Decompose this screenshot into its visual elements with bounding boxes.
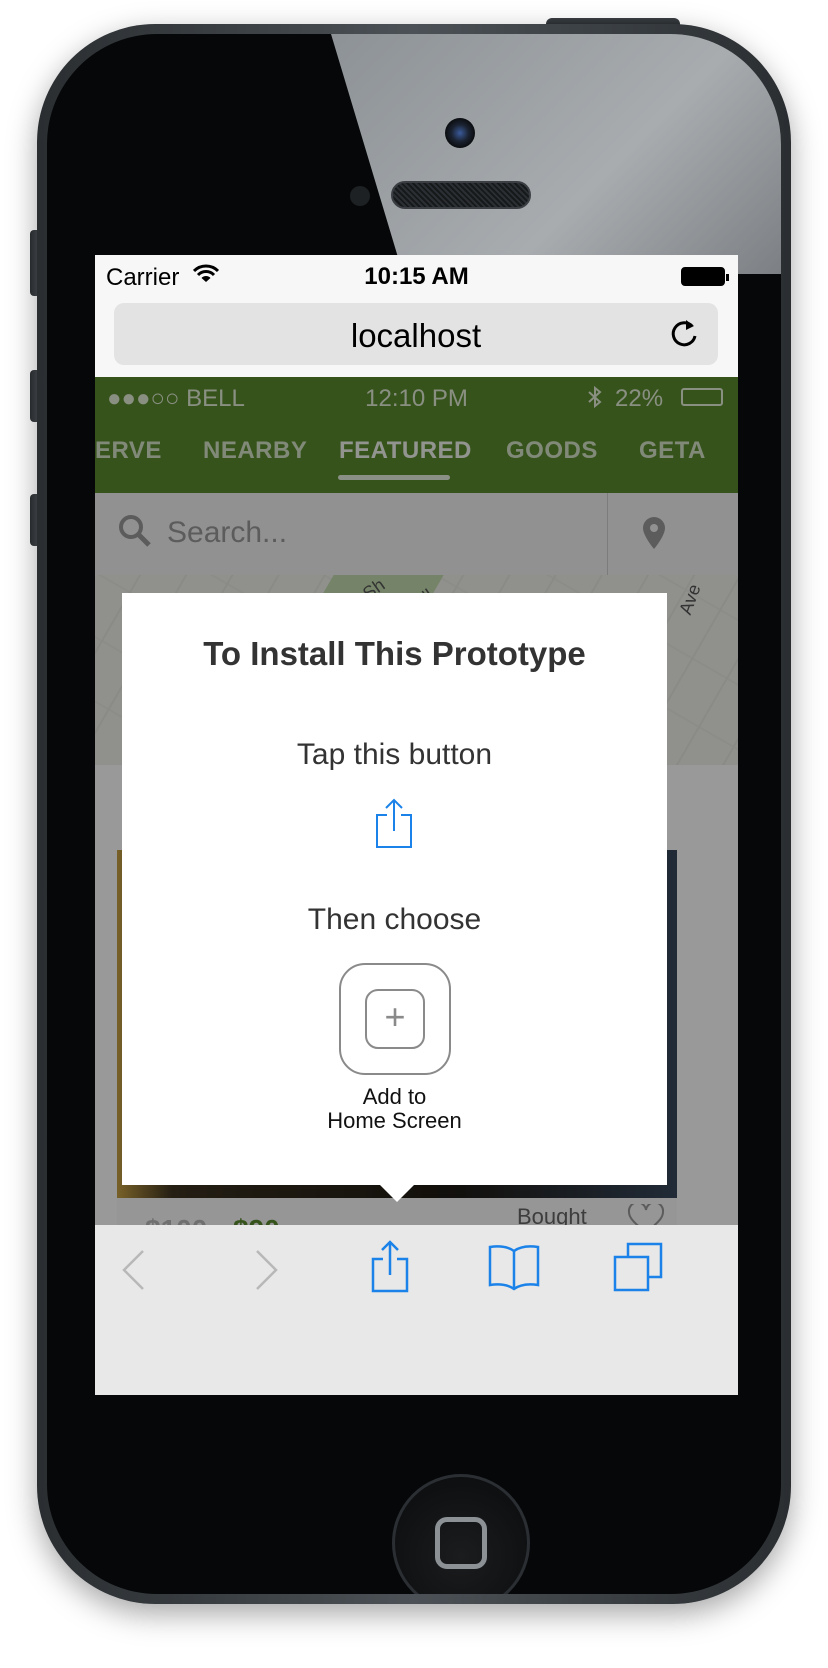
share-icon	[374, 797, 414, 854]
url-text: localhost	[350, 317, 482, 354]
status-time: 10:15 AM	[364, 263, 469, 290]
address-bar[interactable]: localhost	[114, 303, 718, 365]
bookmarks-icon[interactable]	[487, 1243, 541, 1296]
screen: Carrier 10:15 AM localhost ●●●○○ BELL 12…	[95, 255, 738, 1395]
plus-icon: +	[365, 989, 425, 1049]
forward-icon[interactable]	[251, 1249, 281, 1296]
safari-toolbar	[95, 1225, 738, 1395]
step-one-text: Tap this button	[296, 738, 493, 771]
add-to-home-screen-label: Add to Home Screen	[122, 1085, 667, 1133]
screen-glare	[331, 34, 781, 274]
add-to-home-screen-icon: +	[339, 963, 451, 1075]
share-icon[interactable]	[370, 1239, 410, 1298]
status-bar: Carrier 10:15 AM	[95, 255, 738, 295]
home-button[interactable]	[392, 1474, 530, 1594]
dialog-pointer	[380, 1185, 414, 1202]
front-camera	[445, 118, 475, 148]
step-two-text: Then choose	[307, 903, 482, 936]
add-label-line1: Add to	[362, 1084, 427, 1109]
battery-icon	[681, 267, 729, 286]
home-button-icon	[435, 1517, 487, 1569]
reload-icon[interactable]	[668, 317, 700, 356]
tabs-icon[interactable]	[612, 1241, 664, 1298]
dialog-title: To Install This Prototype	[203, 635, 586, 672]
install-dialog: To Install This Prototype Tap this butto…	[122, 593, 667, 1185]
back-icon[interactable]	[119, 1249, 149, 1296]
earpiece-speaker	[391, 181, 531, 209]
proximity-sensor	[350, 186, 370, 206]
add-label-line2: Home Screen	[327, 1108, 462, 1133]
